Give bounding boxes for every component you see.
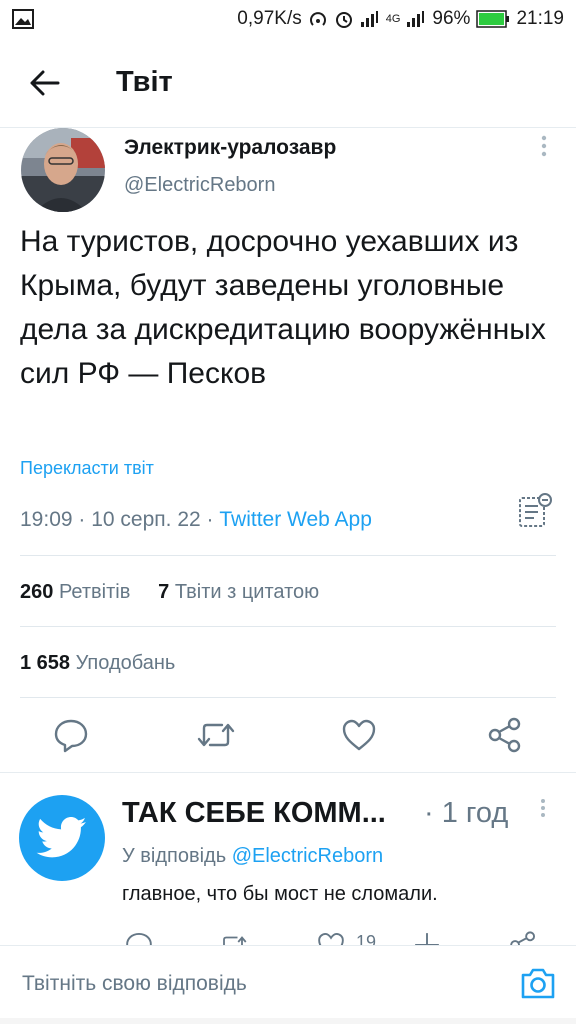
- retweet-button[interactable]: [196, 716, 236, 756]
- reply-text: главное, что бы мост не сломали.: [122, 883, 438, 905]
- status-bar: 0,97K/s 4G 96% 21:19: [0, 0, 576, 38]
- network-type: 4G: [385, 13, 401, 25]
- likes-count: 1 658: [20, 652, 71, 674]
- network-speed: 0,97K/s: [237, 8, 302, 29]
- tweet-source[interactable]: Twitter Web App: [219, 508, 372, 531]
- translate-tweet-link[interactable]: Перекласти твіт: [20, 458, 154, 479]
- share-icon: [488, 717, 521, 753]
- heart-icon: [342, 719, 376, 751]
- compose-bar: [0, 945, 576, 1024]
- author-name[interactable]: Электрик-уралозавр: [124, 136, 336, 160]
- author-row: Электрик-уралозавр @ElectricReborn: [0, 128, 576, 213]
- back-button[interactable]: [0, 38, 90, 128]
- quotes-count: 7: [158, 581, 170, 603]
- reply-to-line: У відповідь @ElectricReborn: [122, 845, 383, 868]
- like-button[interactable]: [340, 716, 380, 756]
- arrow-left-icon: [30, 70, 60, 95]
- reply-to-mention[interactable]: @ElectricReborn: [232, 845, 383, 867]
- reply-tweet[interactable]: ТАК СЕБЕ КОММ... · 1 год У відповідь @El…: [0, 775, 576, 955]
- divider: [20, 626, 556, 627]
- reply-time-value: 1 год: [441, 797, 509, 829]
- quotes-label: Твіти з цитатою: [174, 581, 320, 603]
- clock: 21:19: [516, 8, 564, 29]
- likes-label: Уподобань: [75, 652, 176, 674]
- share-button[interactable]: [486, 716, 526, 756]
- battery-percent: 96%: [432, 8, 471, 29]
- tweet-meta: 19:09 · 10 серп. 22 · Twitter Web App: [20, 508, 372, 531]
- reply-icon: [54, 719, 88, 753]
- more-options-button[interactable]: [536, 134, 552, 162]
- reply-input[interactable]: [22, 972, 482, 996]
- divider: [20, 555, 556, 556]
- tweet-date: 10 серп. 22: [91, 508, 201, 531]
- tweet-time: 19:09: [20, 508, 73, 531]
- reply-to-label: У відповідь: [122, 845, 227, 867]
- retweet-icon: [197, 723, 235, 747]
- hotspot-icon: [308, 9, 328, 29]
- reply-more-button[interactable]: [536, 797, 550, 823]
- page-title: Твіт: [116, 66, 173, 98]
- retweets-label: Ретвітів: [58, 581, 131, 603]
- analytics-icon: [519, 493, 552, 527]
- more-vertical-icon: [541, 135, 547, 157]
- battery-icon: [476, 10, 510, 28]
- tweet-actions: [0, 716, 576, 762]
- signal-icon: [360, 10, 380, 28]
- divider: [0, 772, 576, 773]
- reply-author-name[interactable]: ТАК СЕБЕ КОММ...: [122, 797, 412, 830]
- avatar[interactable]: [19, 795, 105, 881]
- likes-stats[interactable]: 1 658 Уподобань: [20, 652, 175, 675]
- alarm-icon: [334, 9, 354, 29]
- twitter-bird-icon: [36, 817, 87, 858]
- more-vertical-icon: [541, 799, 545, 817]
- main-tweet: Электрик-уралозавр @ElectricReborn На ту…: [0, 128, 576, 531]
- camera-icon: [521, 968, 555, 999]
- avatar[interactable]: [21, 128, 105, 212]
- home-indicator: [0, 1018, 576, 1024]
- tweet-text: На туристов, досрочно уехавших из Крыма,…: [20, 225, 546, 390]
- reply-button[interactable]: [52, 716, 92, 756]
- retweet-stats[interactable]: 260 Ретвітів 7 Твіти з цитатою: [20, 581, 319, 604]
- signal-4g-icon: [406, 10, 426, 28]
- gallery-icon: [12, 9, 34, 29]
- reply-time: · 1 год: [424, 797, 509, 829]
- top-bar: Твіт: [0, 38, 576, 128]
- divider: [20, 697, 556, 698]
- retweets-count: 260: [20, 581, 54, 603]
- camera-button[interactable]: [520, 966, 556, 1000]
- author-handle[interactable]: @ElectricReborn: [124, 174, 275, 197]
- analytics-button[interactable]: [516, 490, 556, 530]
